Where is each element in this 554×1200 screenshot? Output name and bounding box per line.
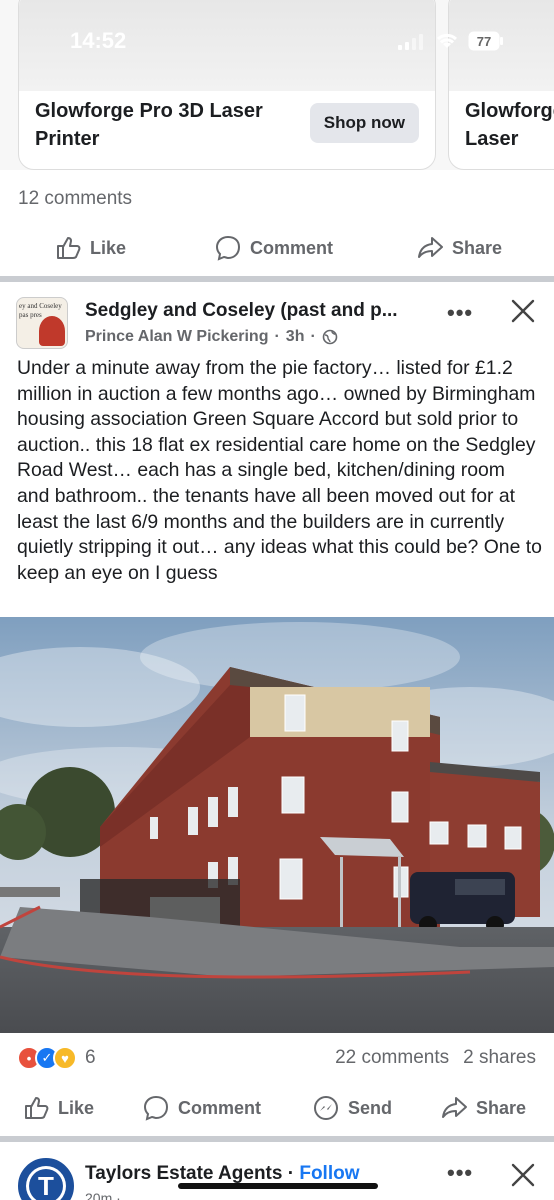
page-name[interactable]: Taylors Estate Agents <box>85 1163 282 1184</box>
group-avatar[interactable]: ey and Coseley pas pres <box>16 297 68 349</box>
share-button[interactable]: Share <box>416 226 502 270</box>
send-button[interactable]: Send <box>312 1086 392 1130</box>
engagement-stats: 22 comments 2 shares <box>335 1047 536 1069</box>
battery-icon: 77 <box>468 31 503 51</box>
ad-title: Glowforge Laser <box>465 100 554 150</box>
status-time: 14:52 <box>70 28 127 53</box>
avatar-text: ey and Coseley pas pres <box>19 302 62 319</box>
reaction-count: 6 <box>85 1047 96 1068</box>
comment-label: Comment <box>178 1097 262 1118</box>
share-label: Share <box>476 1097 527 1118</box>
reaction-summary[interactable]: • ✓ ♥ 6 <box>17 1046 96 1070</box>
more-options-icon[interactable]: ••• <box>447 300 473 326</box>
avatar-figure <box>39 316 65 346</box>
more-options-icon[interactable]: ••• <box>447 1160 473 1186</box>
logo-letter: T <box>29 1169 63 1200</box>
share-label: Share <box>452 237 503 258</box>
like-button[interactable]: Like <box>22 1086 94 1130</box>
like-button[interactable]: Like <box>54 226 126 270</box>
follow-button[interactable]: Follow <box>299 1163 359 1184</box>
post-actions: Like Comment Send Share <box>0 1086 554 1130</box>
separator: · <box>274 328 280 345</box>
post-meta: Prince Alan W Pickering · 3h · <box>85 328 338 346</box>
group-name[interactable]: Sedgley and Coseley (past and p... <box>85 300 398 322</box>
thumbs-up-icon <box>25 1097 49 1119</box>
status-bar: 14:52 77 <box>0 0 554 80</box>
comment-button[interactable]: Comment <box>214 226 333 270</box>
care-reaction-icon: ♥ <box>53 1046 77 1070</box>
wifi-icon <box>436 33 458 48</box>
close-icon[interactable] <box>510 298 536 324</box>
comments-count[interactable]: 22 comments <box>335 1047 449 1069</box>
comment-bubble-icon <box>143 1095 169 1121</box>
thumbs-up-icon <box>57 237 81 259</box>
prev-post-comments-count[interactable]: 12 comments <box>18 188 132 210</box>
post-time[interactable]: 3h <box>286 328 305 346</box>
post-body: Under a minute away from the pie factory… <box>17 357 542 584</box>
next-post-meta: 20m · <box>85 1190 121 1200</box>
prev-post-actions: Like Comment Share <box>0 226 554 270</box>
like-label: Like <box>90 237 127 258</box>
like-label: Like <box>58 1097 95 1118</box>
globe-icon <box>322 329 338 345</box>
separator: · <box>282 1163 300 1184</box>
share-button[interactable]: Share <box>440 1086 526 1130</box>
comment-label: Comment <box>250 237 334 258</box>
comment-button[interactable]: Comment <box>142 1086 261 1130</box>
share-arrow-icon <box>418 237 443 258</box>
separator: · <box>310 328 316 345</box>
post-photo[interactable] <box>0 617 554 1033</box>
ad-title: Glowforge Pro 3D Laser Printer <box>35 100 263 150</box>
page-name-line: Taylors Estate Agents · Follow <box>85 1163 360 1185</box>
send-label: Send <box>348 1097 393 1118</box>
feed-divider <box>0 276 554 282</box>
page-avatar[interactable]: T <box>18 1158 74 1200</box>
shop-now-button[interactable]: Shop now <box>309 103 419 143</box>
comment-bubble-icon <box>215 235 241 261</box>
battery-level: 77 <box>477 34 491 49</box>
shares-count[interactable]: 2 shares <box>463 1047 536 1069</box>
signal-icon <box>398 34 423 50</box>
messenger-icon <box>314 1096 338 1120</box>
share-arrow-icon <box>442 1097 467 1118</box>
close-icon[interactable] <box>510 1162 536 1188</box>
feed-divider <box>0 1136 554 1142</box>
author-name[interactable]: Prince Alan W Pickering <box>85 328 268 346</box>
home-indicator <box>178 1183 378 1189</box>
